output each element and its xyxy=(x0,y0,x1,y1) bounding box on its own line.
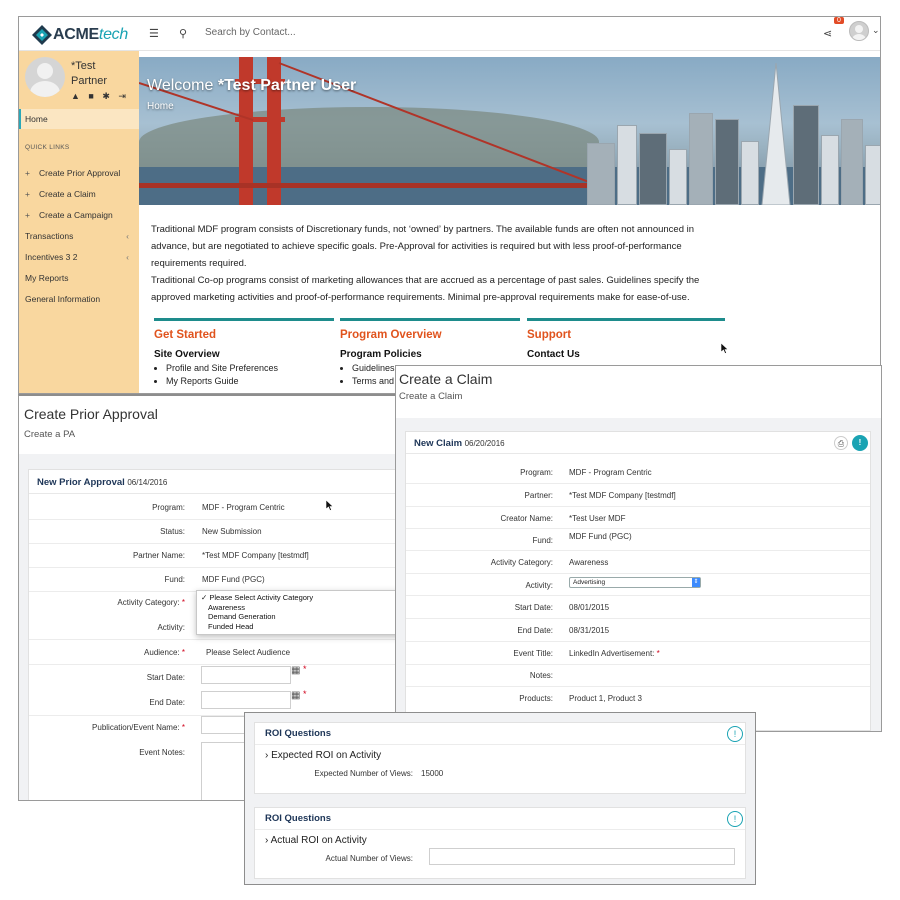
card-header: New Claim 06/20/2016 xyxy=(406,432,870,454)
quick-links-heading: QUICK LINKS xyxy=(25,144,70,151)
sidebar-item-incentives[interactable]: Incentives 3 2 ‹ xyxy=(25,252,133,262)
start-date-input[interactable] xyxy=(201,666,291,684)
share-icon[interactable]: ⋖ xyxy=(823,27,832,40)
dropdown-option-awareness[interactable]: Awareness xyxy=(201,603,397,613)
program-policies-link[interactable]: Program Policies xyxy=(340,349,520,360)
plus-icon: + xyxy=(25,210,30,220)
profile-avatar xyxy=(25,57,65,97)
contact-us-link[interactable]: Contact Us xyxy=(527,349,725,360)
expected-roi-section[interactable]: › Expected ROI on Activity xyxy=(265,750,381,761)
logo-mark-icon xyxy=(32,25,52,45)
fund-value: MDF Fund (PGC) xyxy=(569,532,632,541)
page-subtitle: Create a Claim xyxy=(399,391,463,402)
transamerica-pyramid xyxy=(761,63,791,205)
sidebar-item-create-prior-approval[interactable]: + Create Prior Approval xyxy=(25,168,133,178)
welcome-heading: Welcome *Test Partner User xyxy=(147,77,357,94)
page-title: Create Prior Approval xyxy=(24,406,158,422)
expected-views-value: 15000 xyxy=(421,769,444,778)
get-started-title: Get Started xyxy=(154,329,216,341)
profile-action-icons[interactable]: ▲ ■ ✱ ⇥ xyxy=(71,91,129,102)
program-description: Traditional MDF program consists of Disc… xyxy=(151,224,700,303)
event-title-value: LinkedIn Advertisement: * xyxy=(569,649,660,658)
logo-text-tech: tech xyxy=(98,26,128,43)
sidebar-item-create-claim[interactable]: + Create a Claim xyxy=(25,189,133,199)
calendar-icon[interactable]: ▦ xyxy=(291,665,300,676)
hamburger-menu-icon[interactable]: ☰ xyxy=(149,27,159,40)
program-value: MDF - Program Centric xyxy=(569,468,652,477)
support-column: Support Contact Us xyxy=(527,318,725,360)
bridge-deck xyxy=(139,183,609,188)
roi-card-title: ROI Questions xyxy=(255,723,745,745)
chevron-left-icon: ‹ xyxy=(126,231,129,241)
info-icon[interactable]: ! xyxy=(727,811,743,827)
actual-roi-section[interactable]: › Actual ROI on Activity xyxy=(265,835,367,846)
sidebar-item-home[interactable]: Home xyxy=(19,109,139,129)
plus-icon: + xyxy=(25,189,30,199)
profile-name: *Test Partner xyxy=(71,60,108,87)
start-date-value: 08/01/2015 xyxy=(569,603,610,612)
roi-questions-window: ROI Questions ! › Expected ROI on Activi… xyxy=(244,712,756,885)
activity-category-dropdown[interactable]: ✓ Please Select Activity Category Awaren… xyxy=(196,590,397,635)
chevron-down-icon[interactable]: ⌄ xyxy=(872,25,880,36)
create-claim-window: Create a Claim Create a Claim New Claim … xyxy=(395,365,882,732)
page-subtitle: Create a PA xyxy=(24,429,76,440)
dropdown-option-funded-head[interactable]: Funded Head xyxy=(201,622,397,632)
chevron-right-icon: › xyxy=(265,750,269,761)
roi-expected-card: ROI Questions ! › Expected ROI on Activi… xyxy=(254,722,746,794)
search-icon[interactable]: ⚲ xyxy=(179,27,187,40)
program-overview-title: Program Overview xyxy=(340,329,442,341)
sidebar-item-my-reports[interactable]: My Reports xyxy=(25,273,133,283)
roi-card-title: ROI Questions xyxy=(255,808,745,830)
dropdown-option-demand-generation[interactable]: Demand Generation xyxy=(201,612,397,622)
products-value: Product 1, Product 3 xyxy=(569,694,642,703)
page-title: Create a Claim xyxy=(399,371,493,387)
claim-card: New Claim 06/20/2016 ⎙ ! Program: MDF - … xyxy=(405,431,871,731)
roi-actual-card: ROI Questions ! › Actual ROI on Activity… xyxy=(254,807,746,879)
user-avatar[interactable] xyxy=(849,21,869,41)
card-header: New Prior Approval 06/14/2016 xyxy=(29,470,397,494)
chevron-right-icon: › xyxy=(265,835,269,846)
profile-preferences-link[interactable]: Profile and Site Preferences xyxy=(166,362,334,375)
search-input[interactable]: Search by Contact... xyxy=(205,27,296,38)
activity-select[interactable]: Advertising ⇕ xyxy=(569,577,701,588)
print-icon[interactable]: ⎙ xyxy=(834,436,848,450)
info-icon[interactable]: ! xyxy=(852,435,868,451)
end-date-input[interactable] xyxy=(201,691,291,709)
breadcrumb[interactable]: Home xyxy=(147,101,174,112)
chevron-left-icon: ‹ xyxy=(126,252,129,262)
program-value: MDF - Program Centric xyxy=(202,503,285,512)
end-date-value: 08/31/2015 xyxy=(569,626,610,635)
partner-value: *Test MDF Company [testmdf] xyxy=(202,551,309,560)
top-navbar: ACMEtech ☰ ⚲ Search by Contact... ⋖ 0 ⌄ xyxy=(19,17,880,51)
partner-portal-window: ACMEtech ☰ ⚲ Search by Contact... ⋖ 0 ⌄ … xyxy=(18,16,881,394)
sidebar-item-general-information[interactable]: General Information xyxy=(25,294,133,304)
acmetech-logo[interactable]: ACMEtech xyxy=(31,24,128,46)
actual-views-input[interactable] xyxy=(429,848,735,865)
site-overview-link[interactable]: Site Overview xyxy=(154,349,334,360)
logo-text-acme: ACME xyxy=(53,26,99,43)
reports-guide-link[interactable]: My Reports Guide xyxy=(166,375,334,388)
partner-value: *Test MDF Company [testmdf] xyxy=(569,491,676,500)
sidebar: *Test Partner ▲ ■ ✱ ⇥ Home QUICK LINKS +… xyxy=(19,51,139,393)
notification-badge: 0 xyxy=(834,17,844,24)
plus-icon: + xyxy=(25,168,30,178)
creator-value: *Test User MDF xyxy=(569,514,626,523)
mouse-cursor-icon xyxy=(326,500,334,511)
sidebar-item-transactions[interactable]: Transactions ‹ xyxy=(25,231,133,241)
audience-select[interactable]: Please Select Audience xyxy=(206,648,290,657)
activity-category-value: Awareness xyxy=(569,558,609,567)
info-icon[interactable]: ! xyxy=(727,726,743,742)
status-value: New Submission xyxy=(202,527,262,536)
fund-value: MDF Fund (PGC) xyxy=(202,575,265,584)
dropdown-option-selected[interactable]: ✓ Please Select Activity Category xyxy=(201,593,397,603)
hero-banner: Welcome *Test Partner User Home xyxy=(139,57,880,205)
select-arrow-icon: ⇕ xyxy=(692,578,700,587)
support-title: Support xyxy=(527,329,572,341)
calendar-icon[interactable]: ▦ xyxy=(291,690,300,701)
sidebar-item-create-campaign[interactable]: + Create a Campaign xyxy=(25,210,133,220)
mouse-cursor-icon xyxy=(721,343,729,354)
get-started-column: Get Started Site Overview Profile and Si… xyxy=(154,318,334,388)
